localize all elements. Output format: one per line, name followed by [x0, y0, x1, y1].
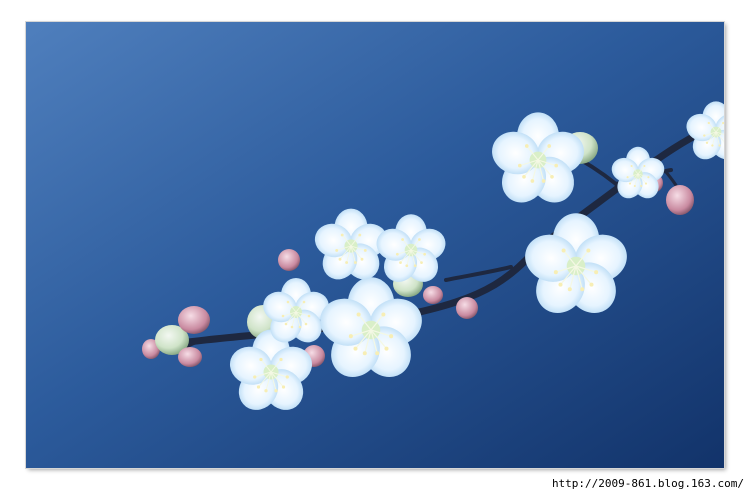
blossom-photo — [26, 22, 724, 468]
watermark-url: http://2009-861.blog.163.com/ — [551, 477, 744, 490]
page-frame: http://2009-861.blog.163.com/ — [0, 0, 750, 491]
blossom-photo-image — [26, 22, 724, 468]
